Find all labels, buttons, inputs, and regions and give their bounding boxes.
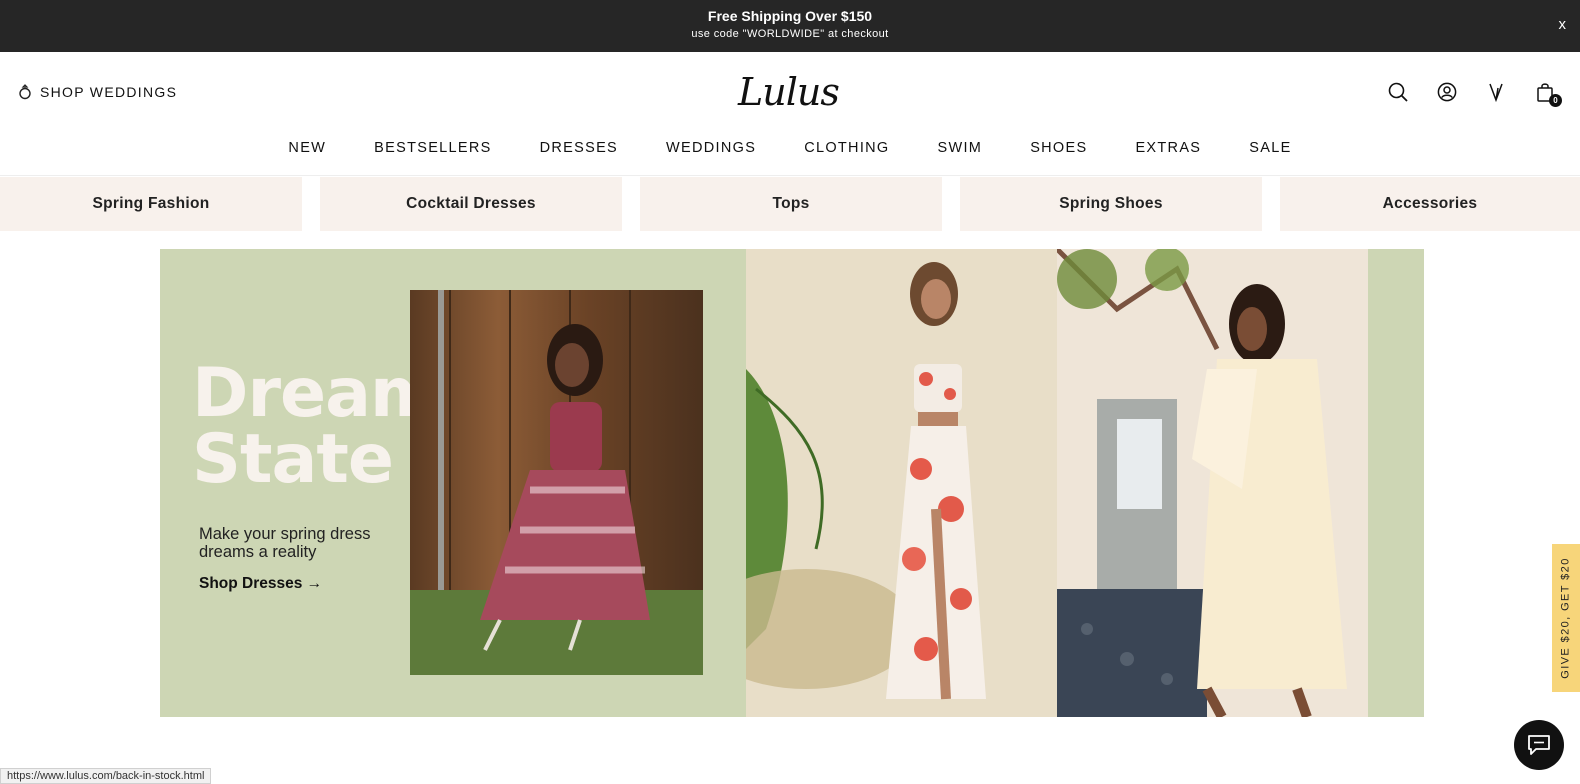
- category-tiles: Spring Fashion Cocktail Dresses Tops Spr…: [0, 177, 1580, 231]
- hero-subtitle: Make your spring dress dreams a reality: [199, 525, 371, 561]
- nav-item-dresses[interactable]: DRESSES: [540, 140, 618, 156]
- nav-item-sale[interactable]: SALE: [1249, 140, 1291, 156]
- logo[interactable]: Lulus: [738, 70, 848, 120]
- nav-item-bestsellers[interactable]: BESTSELLERS: [374, 140, 491, 156]
- referral-tab-label: GIVE $20, GET $20: [1560, 557, 1572, 679]
- hero-title-line2: State: [192, 420, 394, 499]
- hero-title-line1: Dream: [192, 354, 441, 433]
- status-bar-url: https://www.lulus.com/back-in-stock.html: [0, 768, 212, 784]
- header-divider: [0, 175, 1580, 176]
- nav-item-extras[interactable]: EXTRAS: [1135, 140, 1201, 156]
- account-icon[interactable]: [1436, 80, 1458, 104]
- promo-subtitle: use code "WORLDWIDE" at checkout: [691, 28, 889, 40]
- shop-dresses-link[interactable]: Shop Dresses →: [199, 575, 322, 593]
- tile-accessories[interactable]: Accessories: [1280, 177, 1580, 231]
- chat-icon: [1528, 735, 1550, 755]
- nav-item-swim[interactable]: SWIM: [938, 140, 983, 156]
- hero-photo-floral-set: [746, 249, 1057, 717]
- nav-item-clothing[interactable]: CLOTHING: [804, 140, 889, 156]
- nav-item-new[interactable]: NEW: [288, 140, 326, 156]
- bag-count-badge: 0: [1549, 94, 1562, 107]
- promo-title: Free Shipping Over $150: [707, 8, 873, 24]
- hero-photo-cape-dress: [1057, 249, 1368, 717]
- logo-text: Lulus: [738, 70, 840, 114]
- header-icons: 0: [1387, 80, 1562, 107]
- shop-weddings-link[interactable]: SHOP WEDDINGS: [18, 84, 177, 100]
- nav-item-shoes[interactable]: SHOES: [1030, 140, 1087, 156]
- promo-banner: Free Shipping Over $150 use code "WORLDW…: [0, 0, 1580, 52]
- tile-spring-fashion[interactable]: Spring Fashion: [0, 177, 302, 231]
- tile-tops[interactable]: Tops: [640, 177, 942, 231]
- bag-icon[interactable]: 0: [1534, 80, 1562, 107]
- search-icon[interactable]: [1387, 80, 1409, 104]
- shop-weddings-label: SHOP WEDDINGS: [40, 84, 178, 100]
- referral-tab[interactable]: GIVE $20, GET $20: [1552, 544, 1580, 692]
- main-nav: NEW BESTSELLERS DRESSES WEDDINGS CLOTHIN…: [0, 140, 1580, 156]
- ring-icon: [19, 84, 31, 100]
- tile-cocktail-dresses[interactable]: Cocktail Dresses: [320, 177, 622, 231]
- hero-photo-plaid-dress: [410, 290, 703, 675]
- nav-item-weddings[interactable]: WEDDINGS: [666, 140, 756, 156]
- close-promo-button[interactable]: x: [1559, 16, 1567, 33]
- hero-title: Dream State: [192, 354, 441, 499]
- tile-spring-shoes[interactable]: Spring Shoes: [960, 177, 1262, 231]
- chat-button[interactable]: [1514, 720, 1564, 770]
- hero-banner[interactable]: Dream State Make your spring dress dream…: [160, 249, 1424, 717]
- wishlist-icon[interactable]: [1485, 80, 1507, 104]
